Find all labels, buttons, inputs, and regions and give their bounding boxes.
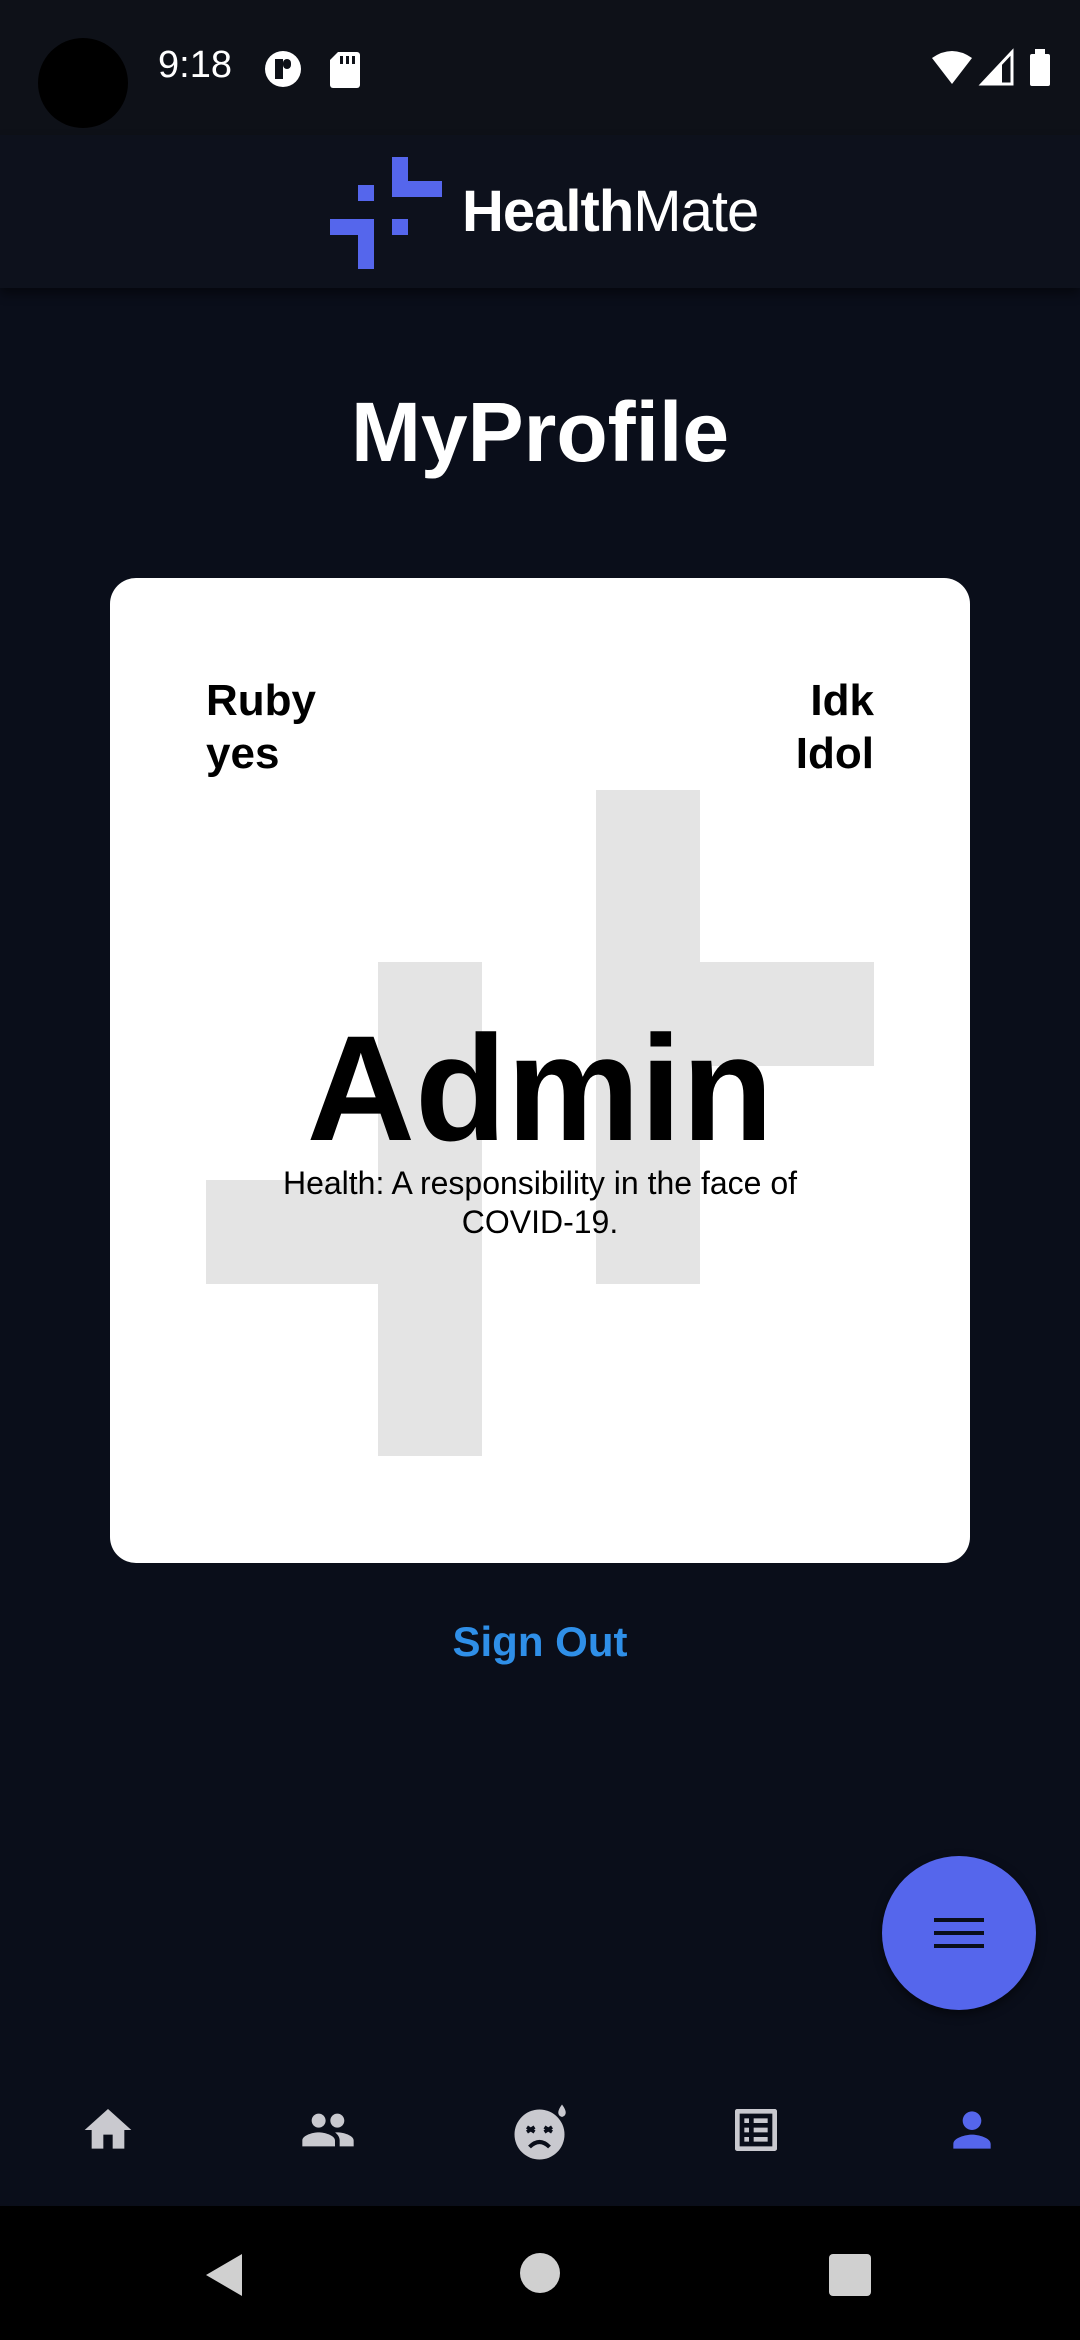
page-title: MyProfile [350, 385, 730, 479]
status-bar: 9:18 [0, 0, 1080, 135]
brand-name-part2: Mate [633, 179, 759, 244]
nav-item-profile[interactable] [864, 2056, 1080, 2206]
back-icon[interactable] [200, 2250, 250, 2300]
user-name-block: Ruby yes [206, 674, 316, 780]
brand-name-part1: Health [462, 179, 634, 244]
user-info-block: Idk Idol [796, 674, 874, 780]
nav-item-people[interactable] [216, 2056, 432, 2206]
people-icon [302, 2113, 354, 2147]
recents-icon[interactable] [829, 2254, 871, 2296]
menu-fab-button[interactable] [882, 1856, 1036, 2010]
profile-card: Ruby yes Idk Idol Admin Health: A respon… [110, 578, 970, 1563]
bottom-navigation [0, 2056, 1080, 2206]
home-circle-icon[interactable] [519, 2252, 561, 2294]
user-role: Admin [306, 1004, 774, 1172]
nav-item-symptoms[interactable] [432, 2056, 648, 2206]
sign-out-button[interactable]: Sign Out [0, 1610, 1080, 1674]
camera-cutout [38, 38, 128, 128]
signal-icon [978, 48, 1014, 86]
list-icon [735, 2109, 777, 2151]
profile-screen: 9:18 HealthMate MyProfile Ruby yes Idk I… [0, 0, 1080, 2340]
healthmate-logo-icon [330, 157, 442, 269]
wifi-icon [932, 51, 972, 84]
system-navigation-bar [0, 2206, 1080, 2340]
last-name: yes [206, 729, 280, 778]
first-name: Ruby [206, 676, 316, 725]
sd-card-icon [330, 52, 360, 88]
info-line-2: Idol [795, 729, 874, 778]
sick-face-icon [514, 2104, 566, 2160]
nav-item-list[interactable] [648, 2056, 864, 2206]
menu-icon [934, 1918, 984, 1948]
info-line-1: Idk [810, 676, 874, 725]
card-motto: Health: A responsibility in the face of … [282, 1165, 798, 1240]
app-header: HealthMate [0, 135, 1080, 288]
status-time: 9:18 [158, 44, 232, 86]
nav-item-home[interactable] [0, 2056, 216, 2206]
home-icon [84, 2109, 132, 2149]
notification-t-icon [265, 51, 301, 87]
battery-icon [1030, 49, 1050, 86]
status-system-icons [932, 48, 1050, 86]
person-icon [953, 2111, 991, 2149]
brand-name: HealthMate [462, 177, 759, 247]
